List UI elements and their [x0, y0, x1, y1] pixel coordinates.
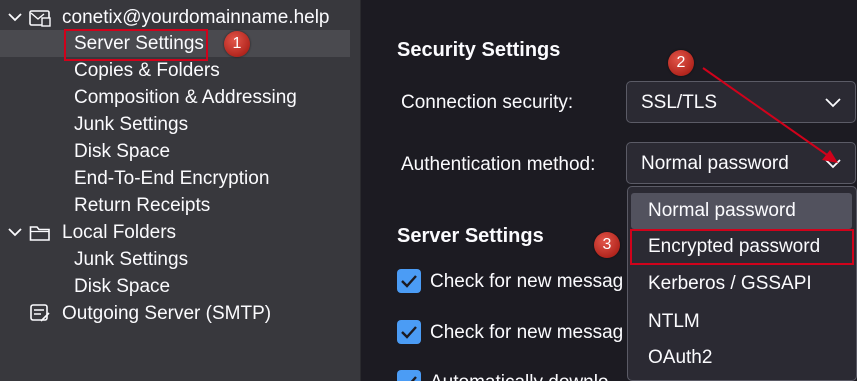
tree-outgoing-server-row[interactable]: Outgoing Server (SMTP) — [0, 300, 350, 327]
callout-box-server-settings — [64, 29, 208, 61]
sidebar-item-label: Disk Space — [74, 140, 171, 162]
auth-option-label: OAuth2 — [648, 347, 713, 368]
auth-option-oauth2[interactable]: OAuth2 — [628, 340, 856, 376]
callout-badge-1: 1 — [224, 31, 250, 57]
auth-option-ntlm[interactable]: NTLM — [628, 304, 856, 340]
server-settings-heading: Server Settings — [397, 225, 544, 247]
auth-option-label: Kerberos / GSSAPI — [648, 273, 812, 294]
auth-option-normal-password[interactable]: Normal password — [631, 193, 852, 229]
connection-security-label: Connection security: — [401, 92, 574, 113]
chevron-down-icon[interactable] — [8, 225, 22, 239]
auth-option-label: Normal password — [648, 200, 796, 221]
sidebar-item-e2e-encryption[interactable]: End-To-End Encryption — [0, 165, 350, 192]
check-new-messages-startup-checkbox[interactable] — [397, 269, 421, 293]
mail-account-icon — [29, 10, 51, 27]
authentication-method-dropdown: Normal password Encrypted password Kerbe… — [627, 186, 857, 381]
callout-box-encrypted-password — [630, 229, 854, 265]
tree-account-row[interactable]: conetix@yourdomainname.help — [0, 4, 350, 31]
sidebar-item-label: Junk Settings — [74, 248, 189, 270]
chevron-down-icon — [825, 159, 841, 169]
authentication-method-value: Normal password — [641, 153, 789, 174]
callout-badge-3: 3 — [594, 232, 620, 258]
outgoing-server-label: Outgoing Server (SMTP) — [62, 302, 272, 324]
sidebar-item-label: Composition & Addressing — [74, 86, 297, 108]
outgoing-server-icon — [30, 304, 50, 322]
tree-local-folders-row[interactable]: Local Folders — [0, 219, 350, 246]
sidebar-item-return-receipts[interactable]: Return Receipts — [0, 192, 350, 219]
chevron-down-icon[interactable] — [8, 10, 22, 24]
checkmark-icon — [410, 376, 417, 381]
check-new-messages-startup-label: Check for new messag — [430, 271, 624, 292]
local-folders-label: Local Folders — [62, 221, 177, 243]
check-new-messages-interval-label: Check for new messag — [430, 322, 624, 343]
security-settings-heading: Security Settings — [397, 39, 561, 61]
sidebar-item-copies-folders[interactable]: Copies & Folders — [0, 57, 350, 84]
sidebar-item-local-junk[interactable]: Junk Settings — [0, 246, 350, 273]
sidebar-item-junk-settings[interactable]: Junk Settings — [0, 111, 350, 138]
sidebar-item-composition[interactable]: Composition & Addressing — [0, 84, 350, 111]
auto-download-label: Automatically downlo — [430, 372, 608, 381]
auth-option-label: NTLM — [648, 311, 700, 332]
sidebar-item-local-disk[interactable]: Disk Space — [0, 273, 350, 300]
connection-security-value: SSL/TLS — [641, 92, 718, 113]
check-new-messages-interval-checkbox[interactable] — [397, 320, 421, 344]
sidebar-item-label: Junk Settings — [74, 113, 189, 135]
checkmark-icon — [401, 326, 417, 339]
authentication-method-select[interactable]: Normal password — [626, 142, 856, 184]
auto-download-checkbox[interactable] — [397, 370, 421, 381]
authentication-method-label: Authentication method: — [401, 154, 596, 175]
sidebar-item-label: Copies & Folders — [74, 59, 220, 81]
chevron-down-icon — [825, 98, 841, 108]
sidebar-item-disk-space[interactable]: Disk Space — [0, 138, 350, 165]
sidebar-item-label: End-To-End Encryption — [74, 167, 270, 189]
folder-icon — [29, 226, 50, 241]
account-label: conetix@yourdomainname.help — [62, 6, 330, 28]
sidebar-item-label: Disk Space — [74, 275, 171, 297]
auth-option-kerberos[interactable]: Kerberos / GSSAPI — [628, 266, 856, 302]
callout-badge-2: 2 — [668, 50, 694, 76]
checkmark-icon — [401, 275, 417, 288]
sidebar-item-label: Return Receipts — [74, 194, 211, 216]
connection-security-select[interactable]: SSL/TLS — [626, 81, 856, 123]
